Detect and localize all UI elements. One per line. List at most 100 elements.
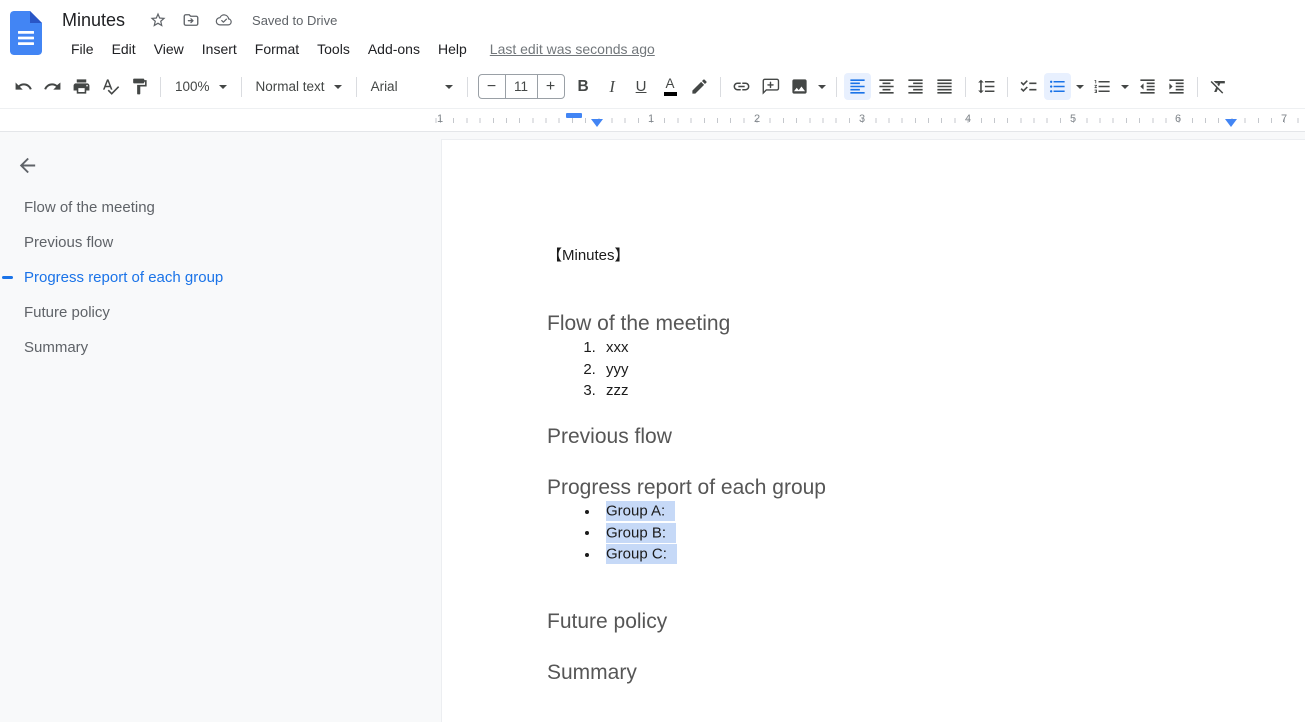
first-line-indent-marker[interactable] [566,113,582,118]
chevron-down-icon [334,85,342,89]
menu-view[interactable]: View [145,38,193,60]
toolbar-separator [356,77,357,97]
align-center-button[interactable] [873,73,900,100]
menu-addons[interactable]: Add-ons [359,38,429,60]
selected-text: Group A: [606,501,675,521]
text-color-button[interactable]: A [657,73,684,100]
saved-status-label: Saved to Drive [252,13,337,28]
font-value: Arial [371,79,398,94]
bulleted-list-dropdown[interactable] [1073,73,1087,100]
title-row: Minutes Saved to Drive [62,5,655,35]
chevron-down-icon [445,85,453,89]
heading-previous-flow[interactable]: Previous flow [547,423,1297,450]
ruler-number: 6 [1175,113,1181,125]
move-to-folder-icon[interactable] [182,11,200,29]
underline-icon: U [636,78,647,95]
font-size-increase-button[interactable]: + [538,75,564,98]
font-size-value[interactable]: 11 [505,75,538,98]
toolbar-separator [241,77,242,97]
doc-title-line[interactable]: 【Minutes】 [547,245,1297,266]
zoom-select[interactable]: 100% [168,73,234,100]
outline-item-summary[interactable]: Summary [0,330,430,365]
horizontal-ruler[interactable]: 1 1 2 3 4 5 6 7 [430,109,1305,132]
clear-formatting-button[interactable] [1205,73,1232,100]
underline-button[interactable]: U [628,73,655,100]
list-item[interactable]: Group A: [600,501,1297,523]
menu-edit[interactable]: Edit [103,38,145,60]
heading-flow-of-the-meeting[interactable]: Flow of the meeting [547,310,1297,337]
heading-progress-report[interactable]: Progress report of each group [547,474,1297,501]
insert-image-button[interactable] [786,73,813,100]
ruler-number: 7 [1281,113,1287,125]
insert-image-dropdown[interactable] [815,73,829,100]
insert-link-button[interactable] [728,73,755,100]
menu-format[interactable]: Format [246,38,308,60]
undo-button[interactable] [10,73,37,100]
decrease-indent-button[interactable] [1134,73,1161,100]
app-header: Minutes Saved to Drive File Edit View In… [0,0,1305,65]
increase-indent-button[interactable] [1163,73,1190,100]
outline-item-flow-of-the-meeting[interactable]: Flow of the meeting [0,190,430,225]
title-icons: Saved to Drive [149,11,337,29]
paragraph-style-select[interactable]: Normal text [249,73,349,100]
outline-item-previous-flow[interactable]: Previous flow [0,225,430,260]
close-outline-button[interactable] [16,154,39,177]
outline-item-progress-report[interactable]: Progress report of each group [0,260,430,295]
ruler-number: 2 [754,113,760,125]
numbered-list-icon [1093,77,1112,96]
menu-insert[interactable]: Insert [193,38,246,60]
font-select[interactable]: Arial [364,73,460,100]
numbered-list-dropdown[interactable] [1118,73,1132,100]
outline-item-future-policy[interactable]: Future policy [0,295,430,330]
menu-file[interactable]: File [62,38,103,60]
heading-summary[interactable]: Summary [547,659,1297,686]
line-spacing-button[interactable] [973,73,1000,100]
align-center-icon [877,77,896,96]
list-item[interactable]: zzz [600,380,1297,402]
menu-help[interactable]: Help [429,38,476,60]
italic-button[interactable]: I [599,73,626,100]
google-docs-logo-icon[interactable] [10,11,42,55]
align-right-button[interactable] [902,73,929,100]
document-outline: Flow of the meeting Previous flow Progre… [0,190,430,365]
checklist-button[interactable] [1015,73,1042,100]
justify-button[interactable] [931,73,958,100]
add-comment-button[interactable] [757,73,784,100]
document-title[interactable]: Minutes [62,10,125,31]
list-item[interactable]: xxx [600,337,1297,359]
toolbar-separator [467,77,468,97]
ruler-number: 3 [859,113,865,125]
bold-button[interactable]: B [570,73,597,100]
ruler-number: 1 [437,113,443,125]
last-edit-link[interactable]: Last edit was seconds ago [490,41,655,57]
align-right-icon [906,77,925,96]
highlight-color-button[interactable] [686,73,713,100]
toolbar: 100% Normal text Arial − 11 + B I U A [0,65,1305,109]
align-left-button[interactable] [844,73,871,100]
saved-to-drive-cloud-icon[interactable] [215,11,233,29]
zoom-value: 100% [175,79,210,94]
print-button[interactable] [68,73,95,100]
heading-future-policy[interactable]: Future policy [547,608,1297,635]
menu-tools[interactable]: Tools [308,38,359,60]
text-color-icon: A [664,77,677,96]
list-item[interactable]: Group C: [600,544,1297,566]
right-indent-marker[interactable] [1225,119,1237,127]
bulleted-list-button[interactable] [1044,73,1071,100]
list-item[interactable]: yyy [600,359,1297,381]
redo-button[interactable] [39,73,66,100]
paint-format-button[interactable] [126,73,153,100]
font-size-control: − 11 + [478,74,565,99]
star-icon[interactable] [149,11,167,29]
document-content: 【Minutes】 Flow of the meeting xxx yyy zz… [442,140,1305,686]
ruler-ticks [430,118,1305,123]
font-size-decrease-button[interactable]: − [479,75,505,98]
document-page[interactable]: 【Minutes】 Flow of the meeting xxx yyy zz… [441,139,1305,722]
bulleted-list-icon [1048,77,1067,96]
left-indent-marker[interactable] [591,119,603,127]
line-spacing-icon [977,77,996,96]
spellcheck-button[interactable] [97,73,124,100]
chevron-down-icon [818,85,826,89]
list-item[interactable]: Group B: [600,522,1297,544]
numbered-list-button[interactable] [1089,73,1116,100]
